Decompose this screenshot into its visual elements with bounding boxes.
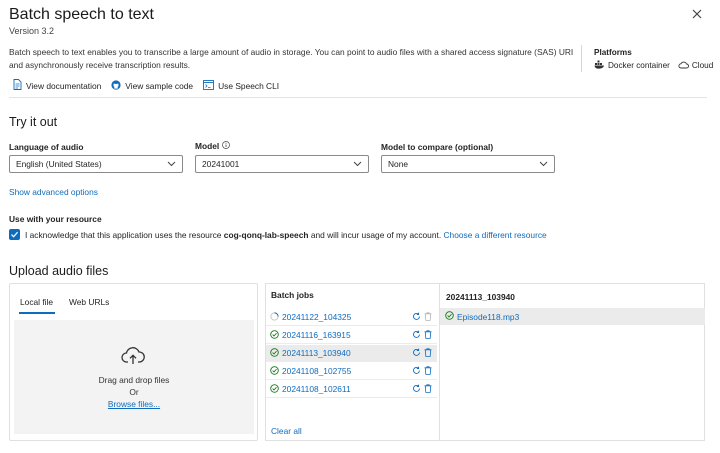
model-label: Model xyxy=(195,141,220,151)
clear-all-button[interactable]: Clear all xyxy=(271,426,302,436)
batch-job-name: 20241108_102755 xyxy=(282,366,352,376)
chevron-down-icon xyxy=(167,159,176,169)
view-documentation-label: View documentation xyxy=(26,80,102,91)
batch-jobs-panel xyxy=(265,283,439,441)
batch-job-name: 20241116_163915 xyxy=(282,330,351,340)
delete-icon[interactable] xyxy=(424,365,432,377)
resource-heading: Use with your resource xyxy=(9,214,102,224)
success-icon xyxy=(270,347,279,359)
batch-job-row[interactable]: 20241122_104325 xyxy=(266,309,437,326)
language-value: English (United States) xyxy=(16,159,102,169)
success-icon xyxy=(270,365,279,377)
close-icon[interactable] xyxy=(690,7,704,21)
compare-value: None xyxy=(388,159,409,169)
language-select[interactable]: English (United States) xyxy=(9,155,183,173)
delete-icon[interactable] xyxy=(424,383,432,395)
info-icon[interactable] xyxy=(222,141,231,151)
language-label: Language of audio xyxy=(9,142,84,152)
use-speech-cli-link[interactable]: Use Speech CLI xyxy=(203,79,279,92)
acknowledge-checkbox[interactable] xyxy=(9,229,20,240)
delete-icon[interactable] xyxy=(424,311,432,323)
compare-select[interactable]: None xyxy=(381,155,555,173)
or-text: Or xyxy=(129,387,139,397)
active-tab-indicator xyxy=(19,312,55,314)
rerun-icon[interactable] xyxy=(412,312,421,323)
success-icon xyxy=(270,383,279,395)
platform-cloud-label: Cloud xyxy=(691,61,714,70)
browse-wrapper: Browse files... xyxy=(14,399,254,409)
platform-cloud: Cloud xyxy=(678,61,713,71)
rerun-icon[interactable] xyxy=(412,330,421,341)
acknowledge-text: I acknowledge that this application uses… xyxy=(25,230,547,240)
view-sample-code-link[interactable]: View sample code xyxy=(111,79,193,92)
cloud-icon xyxy=(678,61,689,71)
rerun-icon[interactable] xyxy=(412,348,421,359)
delete-icon[interactable] xyxy=(424,329,432,341)
batch-job-row[interactable]: 20241116_163915 xyxy=(266,327,437,344)
github-icon xyxy=(111,79,121,92)
terminal-icon xyxy=(203,79,215,92)
platforms-list: Docker container Cloud xyxy=(594,60,713,71)
tab-web-urls[interactable]: Web URLs xyxy=(69,297,109,307)
platform-docker-label: Docker container xyxy=(608,61,670,70)
file-row[interactable]: Episode118.mp3 xyxy=(440,308,705,325)
batch-job-name: 20241122_104325 xyxy=(282,312,352,322)
use-speech-cli-label: Use Speech CLI xyxy=(218,80,280,91)
file-name: Episode118.mp3 xyxy=(457,311,520,322)
version-label: Version 3.2 xyxy=(9,26,55,36)
docker-icon xyxy=(594,60,605,71)
model-value: 20241001 xyxy=(202,159,240,169)
view-sample-code-label: View sample code xyxy=(125,80,194,91)
tab-local-file[interactable]: Local file xyxy=(20,297,53,307)
batch-job-row[interactable]: 20241108_102755 xyxy=(266,363,437,380)
batch-job-row[interactable]: 20241108_102611 xyxy=(266,381,437,398)
chevron-down-icon xyxy=(353,159,362,169)
document-icon xyxy=(13,79,22,92)
browse-files-link[interactable]: Browse files... xyxy=(108,399,160,409)
upload-cloud-icon xyxy=(121,346,145,370)
batch-job-name: 20241108_102611 xyxy=(282,384,351,394)
model-select[interactable]: 20241001 xyxy=(195,155,369,173)
platforms-label: Platforms xyxy=(594,48,632,57)
compare-label: Model to compare (optional) xyxy=(381,142,494,152)
model-label-group: Model xyxy=(195,141,231,151)
platform-docker: Docker container xyxy=(594,60,670,71)
success-icon xyxy=(270,329,279,341)
view-documentation-link[interactable]: View documentation xyxy=(13,79,101,92)
divider xyxy=(581,45,582,72)
checkmark-icon xyxy=(11,231,19,238)
page-title: Batch speech to text xyxy=(9,6,154,23)
acknowledge-suffix: and will incur usage of my account. xyxy=(310,229,442,240)
rerun-icon[interactable] xyxy=(412,384,421,395)
try-it-out-heading: Try it out xyxy=(9,115,58,129)
acknowledge-prefix: I acknowledge that this application uses… xyxy=(25,229,222,240)
rerun-icon[interactable] xyxy=(412,366,421,377)
resource-links: View documentation View sample code Use … xyxy=(13,79,279,92)
section-divider xyxy=(9,97,707,98)
job-detail-heading: 20241113_103940 xyxy=(446,292,515,302)
batch-job-row-selected[interactable]: 20241113_103940 xyxy=(266,345,437,362)
description: Batch speech to text enables you to tran… xyxy=(9,47,574,70)
job-detail-panel xyxy=(439,283,705,441)
spinner-icon xyxy=(270,311,279,323)
drag-drop-text: Drag and drop files xyxy=(98,375,170,385)
resource-name: cog-qonq-lab-speech xyxy=(223,229,309,240)
delete-icon[interactable] xyxy=(424,347,432,359)
chevron-down-icon xyxy=(539,159,548,169)
success-icon xyxy=(445,311,454,322)
show-advanced-options-link[interactable]: Show advanced options xyxy=(9,187,98,197)
choose-different-resource-link[interactable]: Choose a different resource xyxy=(444,230,547,240)
acknowledge-row: I acknowledge that this application uses… xyxy=(9,229,547,240)
upload-heading: Upload audio files xyxy=(9,264,109,278)
batch-job-name: 20241113_103940 xyxy=(282,348,351,358)
batch-jobs-heading: Batch jobs xyxy=(271,290,314,300)
